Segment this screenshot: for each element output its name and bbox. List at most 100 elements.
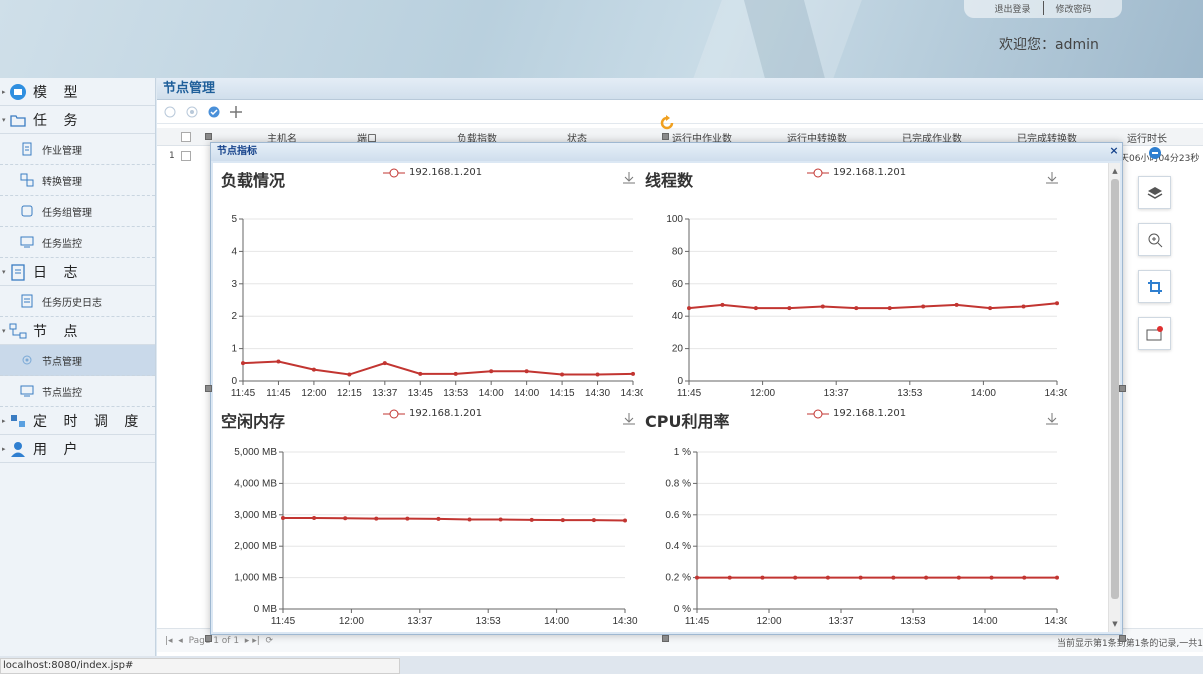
resize-handle[interactable] — [1119, 385, 1126, 392]
dialog-title-bar[interactable]: 节点指标 × — [211, 143, 1122, 161]
prev-page-icon[interactable]: ◂ — [178, 636, 183, 646]
add-icon[interactable] — [229, 105, 243, 119]
chart-legend[interactable]: 192.168.1.201 — [807, 167, 906, 178]
check-icon[interactable] — [207, 105, 221, 119]
download-icon[interactable] — [622, 412, 636, 426]
zoom-in-button[interactable] — [1138, 223, 1171, 256]
resize-handle[interactable] — [205, 635, 212, 642]
data-point[interactable] — [1021, 304, 1026, 309]
last-page-icon[interactable]: ▸| — [252, 636, 260, 646]
sidebar-item-transform-management[interactable]: 转换管理 — [0, 165, 155, 196]
sidebar-group-node[interactable]: ▾ 节 点 — [0, 317, 155, 345]
data-point[interactable] — [787, 306, 792, 311]
data-point[interactable] — [623, 518, 627, 523]
data-point[interactable] — [695, 575, 699, 580]
data-point[interactable] — [374, 516, 379, 521]
data-point[interactable] — [753, 306, 758, 311]
data-point[interactable] — [524, 369, 529, 374]
data-point[interactable] — [312, 515, 317, 520]
data-point[interactable] — [720, 302, 725, 307]
data-point[interactable] — [276, 359, 281, 364]
chart-legend[interactable]: 192.168.1.201 — [383, 167, 482, 178]
sidebar-item-node-monitor[interactable]: 节点监控 — [0, 376, 155, 407]
stop-icon[interactable] — [163, 105, 177, 119]
sidebar-item-task-group-management[interactable]: 任务组管理 — [0, 196, 155, 227]
screenshot-button[interactable] — [1138, 317, 1171, 350]
data-point[interactable] — [891, 575, 896, 580]
data-point[interactable] — [595, 372, 600, 377]
data-point[interactable] — [687, 306, 691, 311]
scroll-thumb[interactable] — [1111, 179, 1119, 599]
logout-link[interactable]: 退出登录 — [994, 2, 1030, 15]
scroll-down-icon[interactable]: ▼ — [1109, 618, 1120, 630]
download-icon[interactable] — [1045, 412, 1059, 426]
data-point[interactable] — [887, 306, 892, 311]
data-point[interactable] — [924, 575, 929, 580]
data-point[interactable] — [591, 518, 596, 523]
scroll-up-icon[interactable]: ▲ — [1109, 165, 1120, 177]
data-point[interactable] — [854, 306, 859, 311]
sidebar-item-task-monitor[interactable]: 任务监控 — [0, 227, 155, 258]
data-point[interactable] — [453, 371, 458, 376]
sidebar-group-log[interactable]: ▾ 日 志 — [0, 258, 155, 286]
data-point[interactable] — [989, 575, 994, 580]
first-page-icon[interactable]: |◂ — [165, 636, 173, 646]
download-icon[interactable] — [1045, 171, 1059, 185]
crop-button[interactable] — [1138, 270, 1171, 303]
dialog-scrollbar[interactable]: ▲ ▼ — [1108, 163, 1120, 632]
data-point[interactable] — [631, 371, 635, 376]
chart-legend[interactable]: 192.168.1.201 — [807, 408, 906, 419]
layers-button[interactable] — [1138, 176, 1171, 209]
data-point[interactable] — [436, 516, 441, 521]
sidebar-group-task[interactable]: ▾ 任 务 — [0, 106, 155, 134]
select-all-checkbox[interactable] — [181, 132, 191, 142]
change-password-link[interactable]: 修改密码 — [1056, 2, 1092, 15]
minus-circle-icon[interactable] — [1148, 146, 1162, 160]
resize-handle[interactable] — [662, 133, 669, 140]
data-point[interactable] — [405, 516, 410, 521]
data-point[interactable] — [820, 304, 825, 309]
data-point[interactable] — [793, 575, 798, 580]
download-icon[interactable] — [622, 171, 636, 185]
data-point[interactable] — [498, 517, 503, 522]
data-point[interactable] — [858, 575, 863, 580]
data-point[interactable] — [343, 516, 348, 521]
data-point[interactable] — [1055, 301, 1059, 306]
data-point[interactable] — [921, 304, 926, 309]
sidebar-item-task-history-log[interactable]: 任务历史日志 — [0, 286, 155, 317]
resize-handle[interactable] — [205, 385, 212, 392]
data-point[interactable] — [954, 302, 959, 307]
data-point[interactable] — [418, 371, 423, 376]
resize-handle[interactable] — [205, 133, 212, 140]
data-point[interactable] — [988, 306, 993, 311]
data-point[interactable] — [347, 372, 352, 377]
data-point[interactable] — [825, 575, 830, 580]
data-point[interactable] — [467, 517, 472, 522]
data-point[interactable] — [529, 517, 534, 522]
data-point[interactable] — [489, 369, 494, 374]
close-icon[interactable]: × — [1108, 145, 1120, 157]
row-checkbox[interactable] — [181, 151, 191, 161]
data-point[interactable] — [281, 515, 285, 520]
resize-handle[interactable] — [662, 635, 669, 642]
sidebar-group-model[interactable]: ▸ 模 型 — [0, 78, 155, 106]
resize-handle[interactable] — [1119, 635, 1126, 642]
data-point[interactable] — [727, 575, 732, 580]
sidebar-group-schedule[interactable]: ▸ 定 时 调 度 — [0, 407, 155, 435]
settings-icon[interactable] — [185, 105, 199, 119]
next-page-icon[interactable]: ▸ — [245, 636, 250, 646]
data-point[interactable] — [241, 361, 245, 366]
chart-legend[interactable]: 192.168.1.201 — [383, 408, 482, 419]
sidebar-item-job-management[interactable]: 作业管理 — [0, 134, 155, 165]
data-point[interactable] — [1055, 575, 1059, 580]
data-point[interactable] — [560, 372, 565, 377]
data-point[interactable] — [311, 367, 316, 372]
data-point[interactable] — [382, 361, 387, 366]
data-point[interactable] — [560, 518, 565, 523]
data-point[interactable] — [760, 575, 765, 580]
column-header[interactable]: 运行时长 — [1127, 130, 1167, 145]
sidebar-group-user[interactable]: ▸ 用 户 — [0, 435, 155, 463]
refresh-icon[interactable]: ⟳ — [266, 636, 274, 646]
data-point[interactable] — [956, 575, 961, 580]
data-point[interactable] — [1022, 575, 1027, 580]
